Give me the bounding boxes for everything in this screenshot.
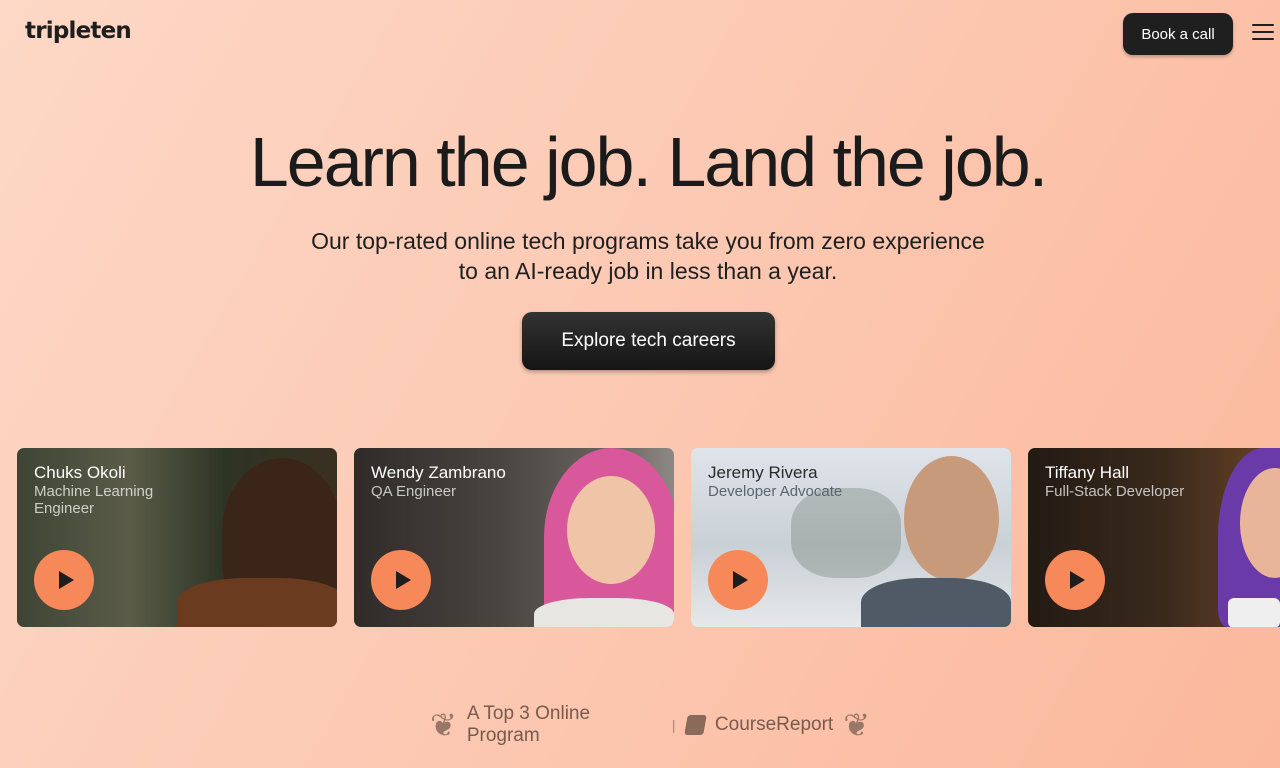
awards-row: ❦ A Top 3 Online Program | CourseReport … — [430, 703, 870, 747]
book-call-button[interactable]: Book a call — [1123, 13, 1233, 55]
coursereport-logo-icon — [683, 715, 707, 735]
play-button[interactable] — [708, 550, 768, 610]
video-card-jeremy[interactable]: Jeremy Rivera Developer Advocate — [691, 448, 1011, 627]
card-name: Tiffany Hall — [1045, 463, 1130, 482]
person-shirt — [534, 598, 674, 627]
mug — [1228, 598, 1280, 627]
background-trees — [791, 488, 901, 578]
card-role: Developer Advocate — [708, 483, 843, 500]
video-card-tiffany[interactable]: Tiffany Hall Full-Stack Developer — [1028, 448, 1280, 627]
card-name: Wendy Zambrano — [371, 463, 506, 482]
play-button[interactable] — [34, 550, 94, 610]
hero-subtitle: Our top-rated online tech programs take … — [311, 228, 985, 284]
laurel-right-icon: ❦ — [843, 707, 870, 743]
play-button[interactable] — [371, 550, 431, 610]
person-shirt — [861, 578, 1011, 627]
play-button[interactable] — [1045, 550, 1105, 610]
award-program-text: A Top 3 Online Program — [466, 703, 591, 746]
card-name: Chuks Okoli — [34, 463, 126, 482]
person-photo — [567, 476, 655, 584]
video-card-wendy[interactable]: Wendy Zambrano QA Engineer — [354, 448, 674, 627]
awards-separator: | — [671, 717, 676, 733]
card-name: Jeremy Rivera — [708, 463, 818, 482]
explore-careers-button[interactable]: Explore tech careers — [522, 312, 775, 370]
card-role: Full-Stack Developer — [1045, 483, 1185, 500]
logo[interactable]: tripleten — [25, 18, 132, 44]
person-shirt — [177, 578, 337, 627]
laurel-left-icon: ❦ — [430, 707, 457, 743]
video-card-chuks[interactable]: Chuks Okoli Machine Learning Engineer — [17, 448, 337, 627]
card-role: QA Engineer — [371, 483, 457, 500]
person-photo — [904, 456, 999, 581]
hamburger-menu-icon[interactable] — [1252, 24, 1274, 42]
card-role: Machine Learning Engineer — [34, 483, 154, 517]
award-source-text: CourseReport — [714, 714, 834, 735]
hero-title: Learn the job. Land the job. — [249, 123, 1048, 201]
